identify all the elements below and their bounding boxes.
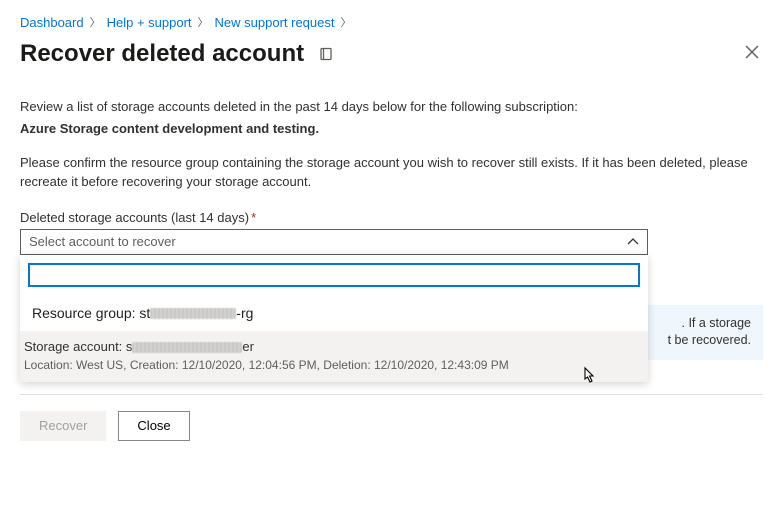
redacted-text — [150, 308, 236, 319]
chevron-right-icon: 〉 — [198, 14, 209, 30]
required-marker: * — [251, 210, 256, 225]
footer-actions: Recover Close — [20, 395, 763, 461]
page-title: Recover deleted account — [20, 40, 304, 68]
dropdown-search-input[interactable] — [28, 263, 640, 287]
confirm-text: Please confirm the resource group contai… — [20, 154, 763, 192]
storage-account-option[interactable]: Storage account: ser Location: West US, … — [20, 331, 648, 382]
chevron-right-icon: 〉 — [340, 14, 351, 30]
breadcrumb-dashboard[interactable]: Dashboard — [20, 15, 84, 30]
chevron-right-icon: 〉 — [90, 14, 101, 30]
redacted-text — [132, 342, 242, 353]
recover-button[interactable]: Recover — [20, 411, 106, 441]
intro-text: Review a list of storage accounts delete… — [20, 98, 763, 117]
title-bar: Recover deleted account — [20, 40, 763, 68]
option-title: Storage account: ser — [24, 339, 644, 354]
breadcrumb-help-support[interactable]: Help + support — [107, 15, 192, 30]
dropdown-panel: Resource group: st-rg Storage account: s… — [20, 255, 648, 382]
field-label: Deleted storage accounts (last 14 days)* — [20, 210, 763, 225]
close-icon[interactable] — [741, 41, 763, 68]
option-meta: Location: West US, Creation: 12/10/2020,… — [24, 358, 644, 372]
resource-group-header: Resource group: st-rg — [28, 297, 640, 331]
deleted-accounts-select[interactable]: Select account to recover — [20, 229, 648, 255]
breadcrumb-new-request[interactable]: New support request — [215, 15, 335, 30]
breadcrumb: Dashboard 〉 Help + support 〉 New support… — [20, 14, 763, 30]
subscription-name: Azure Storage content development and te… — [20, 121, 763, 136]
close-button[interactable]: Close — [118, 411, 189, 441]
pin-icon[interactable] — [318, 46, 334, 62]
select-placeholder: Select account to recover — [29, 234, 176, 249]
chevron-up-icon — [627, 235, 639, 249]
